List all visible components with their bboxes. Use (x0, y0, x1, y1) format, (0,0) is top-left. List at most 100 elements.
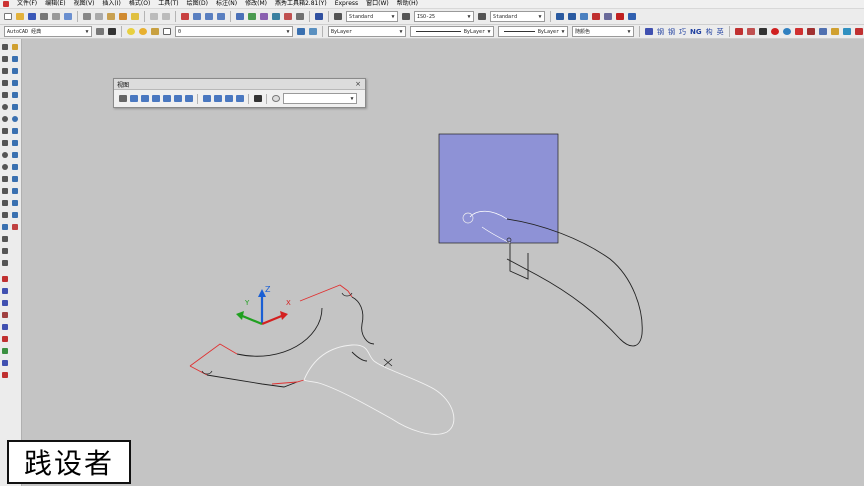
tee-icon-4[interactable] (854, 27, 864, 37)
named-view-dropdown[interactable]: ▼ (283, 93, 357, 104)
top-view-icon[interactable] (129, 94, 138, 103)
stretch-icon[interactable] (11, 139, 19, 147)
ne-iso-view-icon[interactable] (224, 94, 233, 103)
menu-window[interactable]: 窗口(W) (362, 0, 393, 8)
back-view-icon[interactable] (184, 94, 193, 103)
yanxiu-gou-tool[interactable]: 构 (706, 27, 713, 37)
join-icon[interactable] (11, 187, 19, 195)
menu-tools[interactable]: 工具(T) (154, 0, 182, 8)
steel-tool-icon-7[interactable] (1, 359, 9, 367)
left-view-icon[interactable] (151, 94, 160, 103)
arc-icon[interactable] (1, 103, 9, 111)
menu-edit[interactable]: 编辑(E) (41, 0, 69, 8)
print-icon[interactable] (39, 12, 49, 22)
table-icon[interactable] (1, 247, 9, 255)
menu-yanxiu-toolbox[interactable]: 燕秀工具箱2.81(Y) (271, 0, 331, 8)
menu-help[interactable]: 帮助(H) (393, 0, 422, 8)
yanxiu-ying-tool[interactable]: 英 (717, 27, 724, 37)
spline-icon[interactable] (1, 139, 9, 147)
match-properties-icon[interactable] (118, 12, 128, 22)
tee-icon[interactable] (734, 27, 744, 37)
extend-icon[interactable] (11, 163, 19, 171)
block-editor-icon[interactable] (130, 12, 140, 22)
revision-cloud-icon[interactable] (1, 127, 9, 135)
make-block-icon[interactable] (1, 187, 9, 195)
insert-block-icon[interactable] (1, 175, 9, 183)
region-icon[interactable] (1, 235, 9, 243)
app-icon[interactable] (3, 1, 9, 7)
lamp-icon[interactable] (830, 27, 840, 37)
copy-object-icon[interactable] (11, 55, 19, 63)
zoom-window-icon[interactable] (204, 12, 214, 22)
tee-icon[interactable] (591, 12, 601, 22)
menu-format[interactable]: 格式(O) (125, 0, 154, 8)
save-icon[interactable] (27, 12, 37, 22)
linetype-dropdown[interactable]: ByLayer ▼ (410, 26, 494, 37)
help-icon[interactable] (314, 12, 324, 22)
plotstyle-dropdown[interactable]: 随颜色 ▼ (572, 26, 634, 37)
point-icon[interactable] (1, 199, 9, 207)
color-swatch-icon[interactable] (162, 27, 172, 37)
steel-tool-icon[interactable] (1, 287, 9, 295)
steel-tool-icon-4[interactable] (1, 323, 9, 331)
lineweight-dropdown[interactable]: ByLayer ▼ (498, 26, 568, 37)
dim-style-dropdown[interactable]: ISO-25 ▼ (414, 11, 474, 22)
offset-icon[interactable] (11, 79, 19, 87)
pan-icon[interactable] (180, 12, 190, 22)
menu-modify[interactable]: 修改(M) (241, 0, 271, 8)
tee-icon-3[interactable] (806, 27, 816, 37)
zoom-realtime-icon[interactable] (192, 12, 202, 22)
circle-icon[interactable] (1, 115, 9, 123)
lamp-icon-2[interactable] (842, 27, 852, 37)
tee-icon[interactable] (1, 275, 9, 283)
layout-icon[interactable] (555, 12, 565, 22)
steel-tool-icon-3[interactable] (1, 311, 9, 319)
fillet-icon[interactable] (11, 211, 19, 219)
zoom-previous-icon[interactable] (216, 12, 226, 22)
chamfer-icon[interactable] (11, 199, 19, 207)
rectangle-icon[interactable] (1, 91, 9, 99)
text-style-dropdown[interactable]: Standard ▼ (346, 11, 398, 22)
layer-dropdown[interactable]: 0 ▼ (175, 26, 293, 37)
steel-tool-icon-2[interactable] (1, 299, 9, 307)
dim-style-icon[interactable] (401, 12, 411, 22)
line-icon[interactable] (1, 43, 9, 51)
close-icon[interactable] (615, 12, 625, 22)
steel-tool-icon-6[interactable] (1, 347, 9, 355)
mtext-icon[interactable] (1, 259, 9, 267)
quickcalc-icon[interactable] (295, 12, 305, 22)
stamp-icon[interactable] (746, 27, 756, 37)
table-style-dropdown[interactable]: Standard ▼ (490, 11, 545, 22)
menu-insert[interactable]: 插入(I) (98, 0, 124, 8)
lock-icon[interactable] (150, 27, 160, 37)
break-icon[interactable] (11, 175, 19, 183)
markup-icon[interactable] (283, 12, 293, 22)
se-iso-view-icon[interactable] (213, 94, 222, 103)
screw-icon[interactable] (818, 27, 828, 37)
text-style-icon[interactable] (333, 12, 343, 22)
explode-icon[interactable] (11, 223, 19, 231)
steel-tool-icon-8[interactable] (1, 371, 9, 379)
color-dropdown[interactable]: ByLayer ▼ (328, 26, 406, 37)
menu-draw[interactable]: 绘图(D) (183, 0, 212, 8)
paste-icon[interactable] (106, 12, 116, 22)
tool-palettes-icon[interactable] (259, 12, 269, 22)
redo-icon[interactable] (161, 12, 171, 22)
polygon-icon[interactable] (1, 79, 9, 87)
camera-icon[interactable] (253, 94, 262, 103)
array-icon[interactable] (11, 91, 19, 99)
tee-icon-2[interactable] (794, 27, 804, 37)
gear-icon[interactable] (603, 12, 613, 22)
menu-view[interactable]: 视图(V) (70, 0, 99, 8)
publish-icon[interactable] (63, 12, 73, 22)
layer-previous-icon[interactable] (308, 27, 318, 37)
erase-icon[interactable] (11, 43, 19, 51)
trim-icon[interactable] (11, 151, 19, 159)
sun-icon[interactable] (138, 27, 148, 37)
no-entry-icon[interactable] (770, 27, 780, 37)
yanxiu-ng-tool[interactable]: NG (690, 28, 702, 36)
layer-manager-icon[interactable] (107, 27, 117, 37)
gradient-icon[interactable] (1, 223, 9, 231)
lightbulb-icon[interactable] (126, 27, 136, 37)
workspace-settings-icon[interactable] (95, 27, 105, 37)
